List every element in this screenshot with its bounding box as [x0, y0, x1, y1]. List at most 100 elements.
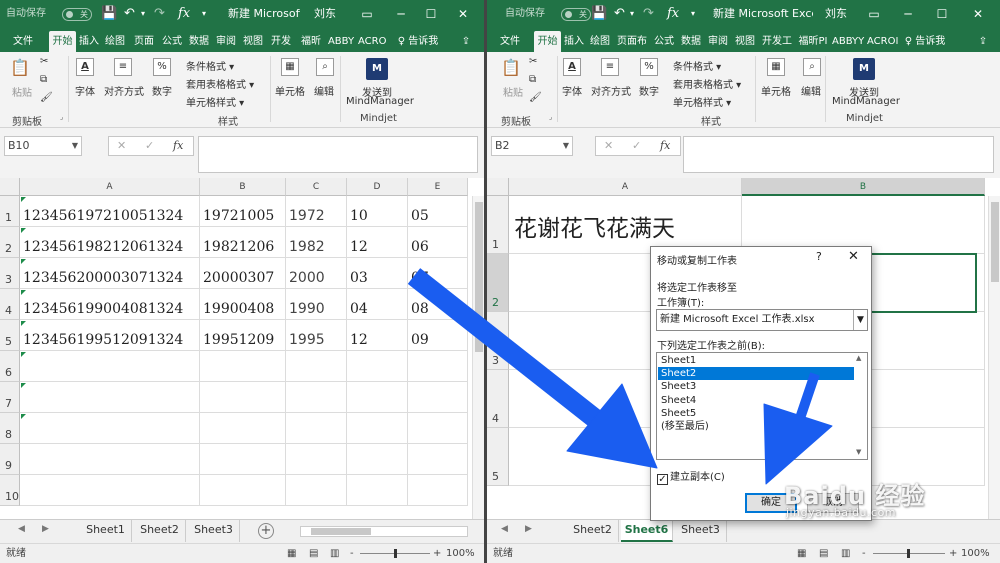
mindmanager-label[interactable]: MindManager [346, 96, 414, 107]
cut-icon[interactable]: ✂ [40, 56, 48, 67]
cell[interactable]: 04 [347, 289, 408, 320]
row-header[interactable]: 10 [0, 475, 20, 506]
tab-draw[interactable]: 绘图 [103, 31, 127, 52]
page-layout-view-icon[interactable]: ▤ [819, 544, 828, 563]
cell[interactable]: 07 [408, 258, 468, 289]
column-header[interactable]: E [408, 178, 468, 196]
tab-review[interactable]: 审阅 [706, 31, 730, 52]
tab-review[interactable]: 审阅 [214, 31, 238, 52]
tab-insert[interactable]: 插入 [77, 31, 101, 52]
percent-icon[interactable]: % [640, 58, 658, 76]
zoom-out-button[interactable]: - [350, 544, 354, 563]
checkbox-icon[interactable]: ✓ [657, 474, 668, 485]
cell[interactable] [347, 444, 408, 475]
sheet-tab[interactable]: Sheet2 [567, 520, 619, 542]
user-name[interactable]: 刘东 [314, 0, 336, 28]
tab-home[interactable]: 开始 [49, 31, 76, 52]
cell[interactable]: 123456198212061324 [20, 227, 200, 258]
tab-file[interactable]: 文件 [10, 31, 36, 52]
name-box[interactable]: B10 ▼ [4, 136, 82, 156]
tab-data[interactable]: 数据 [187, 31, 211, 52]
cell[interactable] [286, 413, 347, 444]
row-header[interactable]: 2 [0, 227, 20, 258]
insert-function-icon[interactable]: fx [667, 0, 679, 28]
chevron-down-icon[interactable]: ▼ [853, 310, 867, 330]
page-break-view-icon[interactable]: ▥ [841, 544, 850, 563]
sheet-list-item[interactable]: Sheet4 [658, 394, 854, 407]
cancel-icon[interactable]: ✕ [117, 137, 126, 155]
cell[interactable] [286, 444, 347, 475]
tab-developer[interactable]: 开发工 [760, 31, 794, 52]
minimize-icon[interactable]: ─ [390, 0, 412, 28]
sheet-list-item[interactable]: Sheet1 [658, 354, 854, 367]
cell[interactable] [200, 475, 286, 506]
name-box[interactable]: B2 ▼ [491, 136, 573, 156]
cell[interactable]: 12 [347, 227, 408, 258]
cell[interactable] [408, 351, 468, 382]
cell[interactable] [408, 382, 468, 413]
insert-function-icon[interactable]: fx [178, 0, 190, 28]
tab-page-layout[interactable]: 页面 [131, 31, 157, 52]
maximize-icon[interactable]: ☐ [420, 0, 442, 28]
cell[interactable]: 09 [408, 320, 468, 351]
cell[interactable]: 06 [408, 227, 468, 258]
select-all-corner[interactable] [487, 178, 509, 196]
paste-label[interactable]: 粘贴 [12, 84, 32, 99]
sheet-prev-icon[interactable]: ◀ [501, 524, 508, 534]
scroll-thumb[interactable] [475, 202, 483, 352]
cells-icon[interactable]: ▦ [281, 58, 299, 76]
cell[interactable]: 1982 [286, 227, 347, 258]
cell[interactable] [347, 413, 408, 444]
cells-label[interactable]: 单元格 [761, 83, 791, 98]
tab-home[interactable]: 开始 [534, 31, 561, 52]
conditional-format-button[interactable]: 条件格式 ▾ [186, 58, 234, 73]
cell[interactable] [20, 444, 200, 475]
cut-icon[interactable]: ✂ [529, 56, 537, 67]
cell[interactable]: 123456197210051324 [20, 196, 200, 227]
tab-acrobat[interactable]: ACROI [867, 31, 898, 52]
row-header[interactable]: 4 [0, 289, 20, 320]
tab-abbyy[interactable]: ABBY [327, 31, 355, 52]
cells-icon[interactable]: ▦ [767, 58, 785, 76]
tab-insert[interactable]: 插入 [562, 31, 586, 52]
zoom-slider-thumb[interactable] [907, 549, 910, 558]
sheet-list-item[interactable]: Sheet3 [658, 380, 854, 393]
column-header[interactable]: A [509, 178, 742, 196]
undo-dropdown-icon[interactable]: ▾ [630, 0, 634, 28]
cell[interactable] [20, 351, 200, 382]
zoom-out-button[interactable]: - [862, 544, 866, 563]
normal-view-icon[interactable]: ▦ [287, 544, 296, 563]
minimize-icon[interactable]: ─ [897, 0, 919, 28]
quick-access-more-icon[interactable]: ▾ [202, 0, 206, 28]
sheet-list[interactable]: Sheet1 Sheet2 Sheet3 Sheet4 Sheet5 (移至最后) ▲ ▼ [656, 352, 868, 460]
cell[interactable] [347, 382, 408, 413]
conditional-format-button[interactable]: 条件格式 ▾ [673, 58, 721, 73]
cell[interactable]: 12 [347, 320, 408, 351]
cell[interactable]: 1990 [286, 289, 347, 320]
tab-foxit[interactable]: 福昕PI [797, 31, 829, 52]
help-icon[interactable]: ? [816, 250, 822, 263]
horizontal-scrollbar[interactable] [300, 526, 468, 537]
paste-label[interactable]: 粘贴 [503, 84, 523, 99]
cell-styles-button[interactable]: 单元格样式 ▾ [673, 94, 731, 109]
user-name[interactable]: 刘东 [825, 0, 847, 28]
align-icon[interactable]: ≡ [601, 58, 619, 76]
cell[interactable]: 1995 [286, 320, 347, 351]
cell[interactable] [286, 475, 347, 506]
row-header[interactable]: 1 [487, 196, 509, 254]
cell[interactable] [200, 382, 286, 413]
cell[interactable] [20, 413, 200, 444]
sheet-tab[interactable]: Sheet1 [80, 520, 132, 542]
cell-styles-button[interactable]: 单元格样式 ▾ [186, 94, 244, 109]
enter-icon[interactable]: ✓ [632, 137, 641, 155]
cell[interactable] [286, 382, 347, 413]
cell[interactable]: 03 [347, 258, 408, 289]
clipboard-launcher-icon[interactable]: ⌟ [549, 113, 552, 121]
normal-view-icon[interactable]: ▦ [797, 544, 806, 563]
tab-acrobat[interactable]: ACRO [358, 31, 386, 52]
share-icon[interactable]: ⇪ [458, 31, 474, 52]
cell[interactable]: 123456199004081324 [20, 289, 200, 320]
copy-icon[interactable]: ⧉ [40, 74, 47, 85]
tab-view[interactable]: 视图 [241, 31, 265, 52]
scroll-thumb[interactable] [311, 528, 371, 535]
